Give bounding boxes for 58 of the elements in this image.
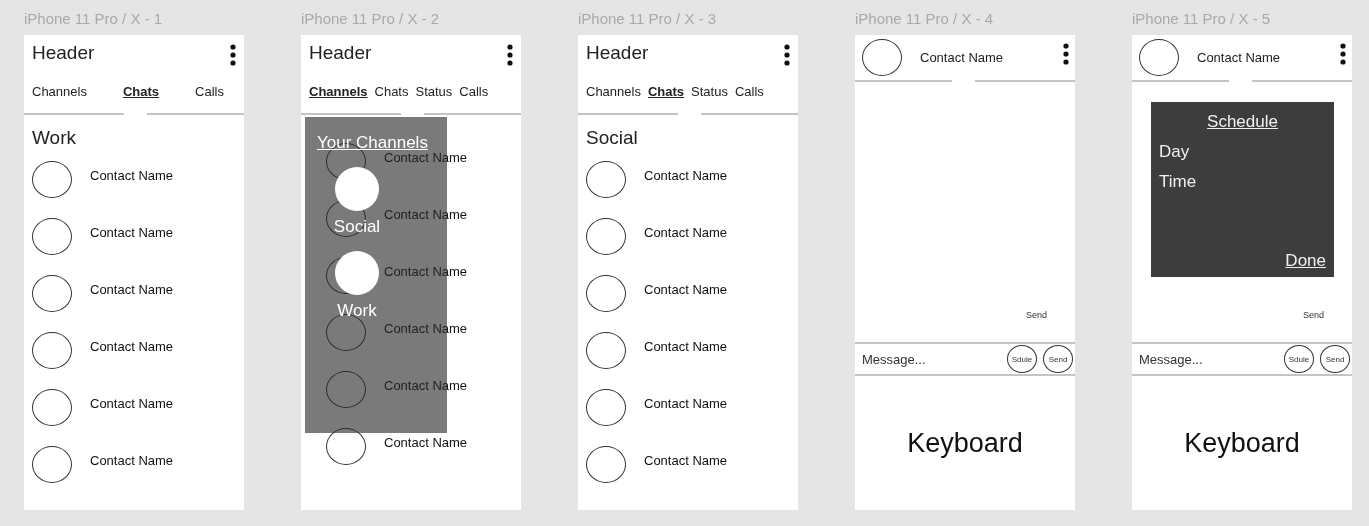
round-button[interactable]: Send: [1043, 345, 1073, 373]
channel-avatar[interactable]: [335, 167, 379, 211]
tab[interactable]: Chats: [122, 84, 160, 99]
section-title: Work: [31, 126, 77, 150]
header-title: Header: [309, 41, 372, 64]
round-button[interactable]: Send: [1320, 345, 1350, 373]
contact-name[interactable]: Contact Name: [644, 396, 728, 411]
round-button[interactable]: Sdule: [1284, 345, 1314, 373]
dialog-title: Schedule: [1207, 112, 1278, 132]
contact-name[interactable]: Contact Name: [90, 396, 174, 411]
message-text: Send: [1025, 310, 1047, 320]
frame-label: iPhone 11 Pro / X - 4: [855, 10, 995, 29]
more-icon[interactable]: [784, 43, 790, 66]
contact-name[interactable]: Contact Name: [644, 453, 728, 468]
contact-name[interactable]: Contact Name: [644, 225, 728, 240]
channel-name[interactable]: Work: [337, 301, 377, 321]
keyboard-label: Keyboard: [907, 427, 1023, 459]
frame-label: iPhone 11 Pro / X - 5: [1132, 10, 1272, 29]
frame-label: iPhone 11 Pro / X - 2: [301, 10, 441, 29]
tab[interactable]: Calls: [459, 84, 489, 99]
contact-name[interactable]: Contact Name: [384, 435, 468, 450]
more-icon[interactable]: [230, 43, 236, 66]
contact-name[interactable]: Contact Name: [644, 339, 728, 354]
channel-avatar[interactable]: [335, 251, 379, 295]
contact-name[interactable]: Contact Name: [90, 282, 174, 297]
tab[interactable]: Status: [691, 84, 728, 99]
tab[interactable]: Status: [415, 84, 453, 99]
more-icon[interactable]: [1340, 43, 1346, 65]
dialog-field[interactable]: Time: [1159, 172, 1326, 192]
contact-name: Contact Name: [920, 50, 1005, 65]
round-button[interactable]: Sdule: [1007, 345, 1037, 373]
contact-name[interactable]: Contact Name: [644, 282, 728, 297]
tab[interactable]: Calls: [195, 84, 224, 99]
contact-name[interactable]: Contact Name: [90, 225, 174, 240]
more-icon[interactable]: [507, 43, 513, 66]
dialog-field[interactable]: Day: [1159, 142, 1326, 162]
contact-name: Contact Name: [1197, 50, 1282, 65]
more-icon[interactable]: [1063, 43, 1069, 65]
contact-name[interactable]: Contact Name: [90, 339, 174, 354]
menu-title: Your Channels: [317, 133, 428, 153]
tab[interactable]: Chats: [374, 84, 409, 99]
tab[interactable]: Channels: [32, 84, 87, 99]
section-title: Social: [585, 126, 639, 150]
header-title: Header: [586, 41, 649, 64]
header-title: Header: [32, 41, 95, 64]
tab[interactable]: Channels: [309, 84, 368, 99]
tab[interactable]: Chats: [647, 84, 685, 99]
contact-name[interactable]: Contact Name: [90, 168, 174, 183]
contact-name[interactable]: Contact Name: [644, 168, 728, 183]
message-text: Send: [1302, 310, 1324, 320]
tab[interactable]: Channels: [586, 84, 641, 99]
frame-label: iPhone 11 Pro / X - 3: [578, 10, 718, 29]
done-link[interactable]: Done: [1285, 251, 1326, 271]
contact-name[interactable]: Contact Name: [90, 453, 174, 468]
keyboard-label: Keyboard: [1184, 427, 1300, 459]
tab[interactable]: Calls: [734, 84, 764, 99]
channel-name[interactable]: Social: [333, 217, 381, 237]
frame-label: iPhone 11 Pro / X - 1: [24, 10, 164, 29]
